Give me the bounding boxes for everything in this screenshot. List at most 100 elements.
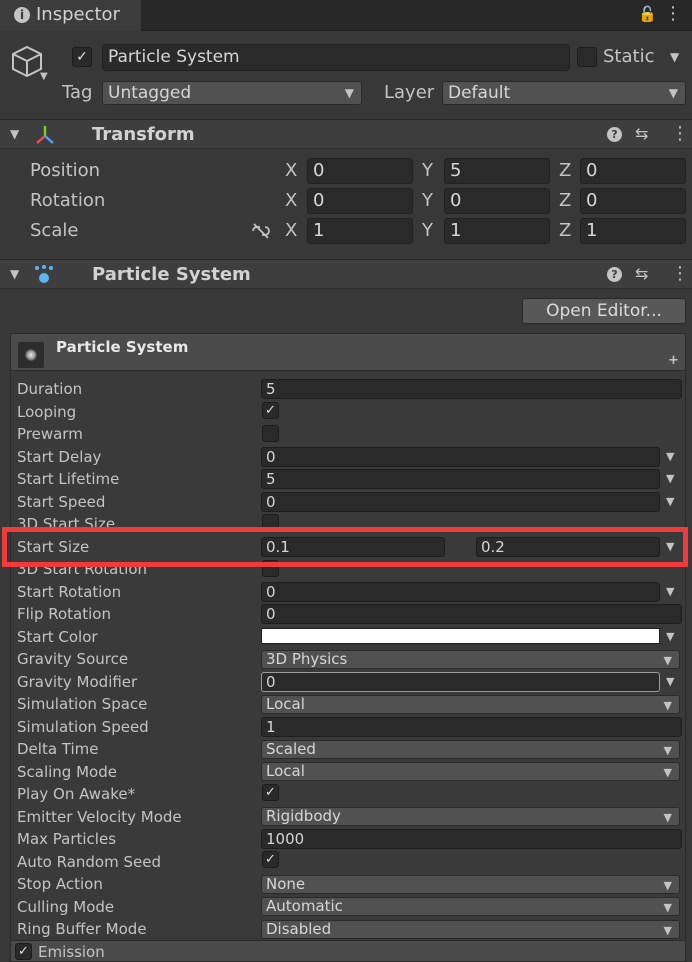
start-delay-label: Start Delay: [17, 448, 102, 466]
scaling-mode-dropdown[interactable]: Local ▼: [261, 762, 680, 781]
collapse-caret-icon[interactable]: ▼: [10, 127, 19, 141]
start-lifetime-label: Start Lifetime: [17, 470, 120, 488]
scale-y-input[interactable]: 1: [444, 218, 550, 244]
axis-y-label[interactable]: Y: [422, 220, 433, 241]
delta-time-value: Scaled: [266, 740, 316, 758]
emitter-velocity-mode-dropdown[interactable]: Rigidbody ▼: [261, 807, 680, 826]
culling-mode-dropdown[interactable]: Automatic ▼: [261, 897, 680, 916]
axis-z-label[interactable]: Z: [559, 160, 571, 181]
icon-dropdown-caret-icon[interactable]: ▼: [40, 71, 48, 82]
delta-time-dropdown[interactable]: Scaled ▼: [261, 740, 680, 759]
scaling-mode-label: Scaling Mode: [17, 763, 117, 781]
chevron-down-icon: ▼: [663, 744, 672, 757]
active-checkbox[interactable]: ✓: [72, 47, 92, 67]
transform-title: Transform: [92, 124, 195, 145]
info-icon: i: [14, 7, 30, 23]
presets-icon[interactable]: ⇆: [635, 264, 648, 283]
position-y-input[interactable]: 5: [444, 158, 550, 184]
rotation-label[interactable]: Rotation: [30, 190, 105, 211]
flip-rotation-label: Flip Rotation: [17, 605, 111, 623]
add-module-icon[interactable]: +: [668, 353, 679, 368]
static-checkbox[interactable]: [577, 47, 597, 67]
presets-icon[interactable]: ⇆: [635, 124, 648, 143]
gravity-source-dropdown[interactable]: 3D Physics ▼: [261, 650, 680, 669]
axis-x-label[interactable]: X: [285, 160, 297, 181]
ring-buffer-mode-dropdown[interactable]: Disabled ▼: [261, 920, 680, 939]
simulation-space-value: Local: [266, 695, 305, 713]
collapse-caret-icon[interactable]: ▼: [10, 267, 19, 281]
culling-mode-label: Culling Mode: [17, 898, 115, 916]
rotation-y-input[interactable]: 0: [444, 188, 550, 214]
looping-checkbox[interactable]: ✓: [262, 402, 279, 419]
emission-module-header[interactable]: [10, 940, 686, 962]
gravity-modifier-input[interactable]: 0: [261, 672, 660, 692]
position-x-input[interactable]: 0: [307, 158, 413, 184]
looping-label: Looping: [17, 403, 77, 421]
chevron-down-icon: ▼: [663, 924, 672, 937]
start-color-mode-icon[interactable]: ▼: [666, 630, 674, 643]
axis-y-label[interactable]: Y: [422, 160, 433, 181]
gameobject-cube-icon[interactable]: [10, 44, 44, 80]
help-icon[interactable]: ?: [607, 267, 622, 282]
chevron-down-icon: ▼: [663, 654, 672, 667]
scale-z-input[interactable]: 1: [580, 218, 686, 244]
tab-menu-icon[interactable]: ⋮: [664, 3, 682, 24]
prewarm-checkbox[interactable]: [262, 425, 279, 442]
gravity-modifier-label: Gravity Modifier: [17, 673, 138, 691]
rotation-x-input[interactable]: 0: [307, 188, 413, 214]
start-speed-mode-icon[interactable]: ▼: [666, 495, 674, 508]
start-delay-input[interactable]: 0: [261, 447, 660, 467]
component-menu-icon[interactable]: ⋮: [671, 123, 689, 144]
constrain-proportions-icon[interactable]: [250, 222, 272, 240]
gameobject-name-input[interactable]: Particle System: [102, 44, 570, 71]
max-particles-label: Max Particles: [17, 830, 117, 848]
simulation-speed-input[interactable]: 1: [261, 717, 682, 737]
gravity-modifier-mode-icon[interactable]: ▼: [666, 675, 674, 688]
chevron-down-icon: ▼: [668, 86, 678, 100]
auto-random-seed-checkbox[interactable]: ✓: [262, 851, 279, 868]
scale-label[interactable]: Scale: [30, 220, 78, 241]
start-rotation-mode-icon[interactable]: ▼: [666, 585, 674, 598]
max-particles-input[interactable]: 1000: [261, 829, 682, 849]
start-speed-input[interactable]: 0: [261, 492, 660, 512]
lock-icon[interactable]: 🔓: [638, 5, 657, 23]
stop-action-label: Stop Action: [17, 875, 103, 893]
static-label: Static: [603, 46, 655, 67]
scale-x-input[interactable]: 1: [307, 218, 413, 244]
layer-dropdown[interactable]: Default ▼: [442, 81, 686, 105]
axis-z-label[interactable]: Z: [559, 220, 571, 241]
chevron-down-icon: ▼: [344, 86, 354, 100]
simulation-space-dropdown[interactable]: Local ▼: [261, 695, 680, 714]
start-delay-mode-icon[interactable]: ▼: [666, 450, 674, 463]
start-color-label: Start Color: [17, 628, 98, 646]
start-lifetime-mode-icon[interactable]: ▼: [666, 472, 674, 485]
main-module-title: Particle System: [56, 338, 189, 356]
start-lifetime-input[interactable]: 5: [261, 469, 660, 489]
transform-header[interactable]: ▼ Transform ? ⇆ ⋮: [0, 119, 692, 149]
axis-z-label[interactable]: Z: [559, 190, 571, 211]
component-menu-icon[interactable]: ⋮: [671, 263, 689, 284]
static-dropdown-icon[interactable]: ▼: [670, 50, 679, 64]
layer-label: Layer: [384, 82, 435, 103]
open-editor-button[interactable]: Open Editor...: [522, 298, 686, 324]
flip-rotation-input[interactable]: 0: [261, 604, 682, 624]
tab-inspector[interactable]: i Inspector: [0, 0, 142, 31]
chevron-down-icon: ▼: [663, 811, 672, 824]
layer-value: Default: [448, 83, 511, 103]
duration-input[interactable]: 5: [261, 379, 682, 399]
axis-x-label[interactable]: X: [285, 190, 297, 211]
axis-y-label[interactable]: Y: [422, 190, 433, 211]
tag-dropdown[interactable]: Untagged ▼: [102, 81, 362, 105]
stop-action-dropdown[interactable]: None ▼: [261, 875, 680, 894]
particle-system-header[interactable]: ▼ Particle System ? ⇆ ⋮: [0, 259, 692, 289]
start-color-swatch[interactable]: [261, 628, 660, 644]
axis-x-label[interactable]: X: [285, 220, 297, 241]
position-label[interactable]: Position: [30, 160, 100, 181]
play-on-awake-checkbox[interactable]: ✓: [262, 784, 279, 801]
help-icon[interactable]: ?: [607, 127, 622, 142]
position-z-input[interactable]: 0: [580, 158, 686, 184]
chevron-down-icon: ▼: [663, 699, 672, 712]
emission-checkbox[interactable]: ✓: [15, 943, 32, 960]
rotation-z-input[interactable]: 0: [580, 188, 686, 214]
start-rotation-input[interactable]: 0: [261, 582, 660, 602]
